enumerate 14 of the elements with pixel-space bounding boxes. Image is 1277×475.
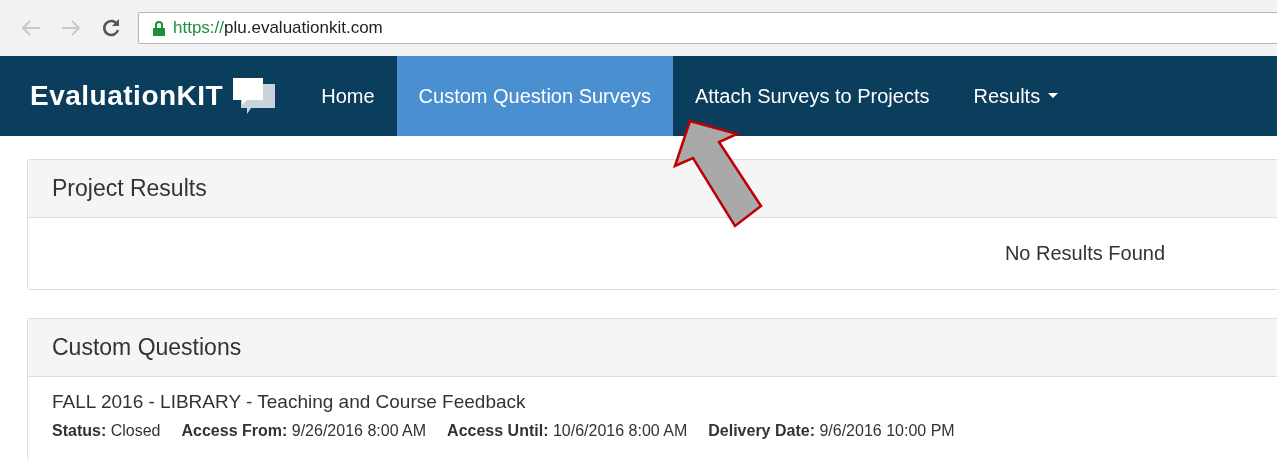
survey-detail: Status: Closed xyxy=(52,422,161,440)
speech-bubbles-icon xyxy=(231,76,278,116)
logo-text: EvaluationKIT xyxy=(30,80,224,112)
empty-message: No Results Found xyxy=(1004,242,1165,265)
nav-tab[interactable]: Attach Surveys to Projects xyxy=(672,56,952,136)
survey-title: FALL 2016 - LIBRARY - Teaching and Course Feedback xyxy=(52,391,527,413)
nav-tab[interactable]: Results xyxy=(951,56,1081,136)
survey-detail: Access Until: 10/6/2016 8:00 AM xyxy=(447,422,688,440)
survey-detail: Delivery Date: 9/6/2016 10:00 PM xyxy=(708,422,955,440)
address-bar[interactable]: https://plu.evaluationkit.com xyxy=(138,12,1277,44)
panel-title: Project Results xyxy=(28,160,1277,218)
survey-detail: Access From: 9/26/2016 8:00 AM xyxy=(181,422,427,440)
nav-tab[interactable]: Home xyxy=(299,56,397,136)
panel-title: Custom Questions xyxy=(28,319,1277,377)
